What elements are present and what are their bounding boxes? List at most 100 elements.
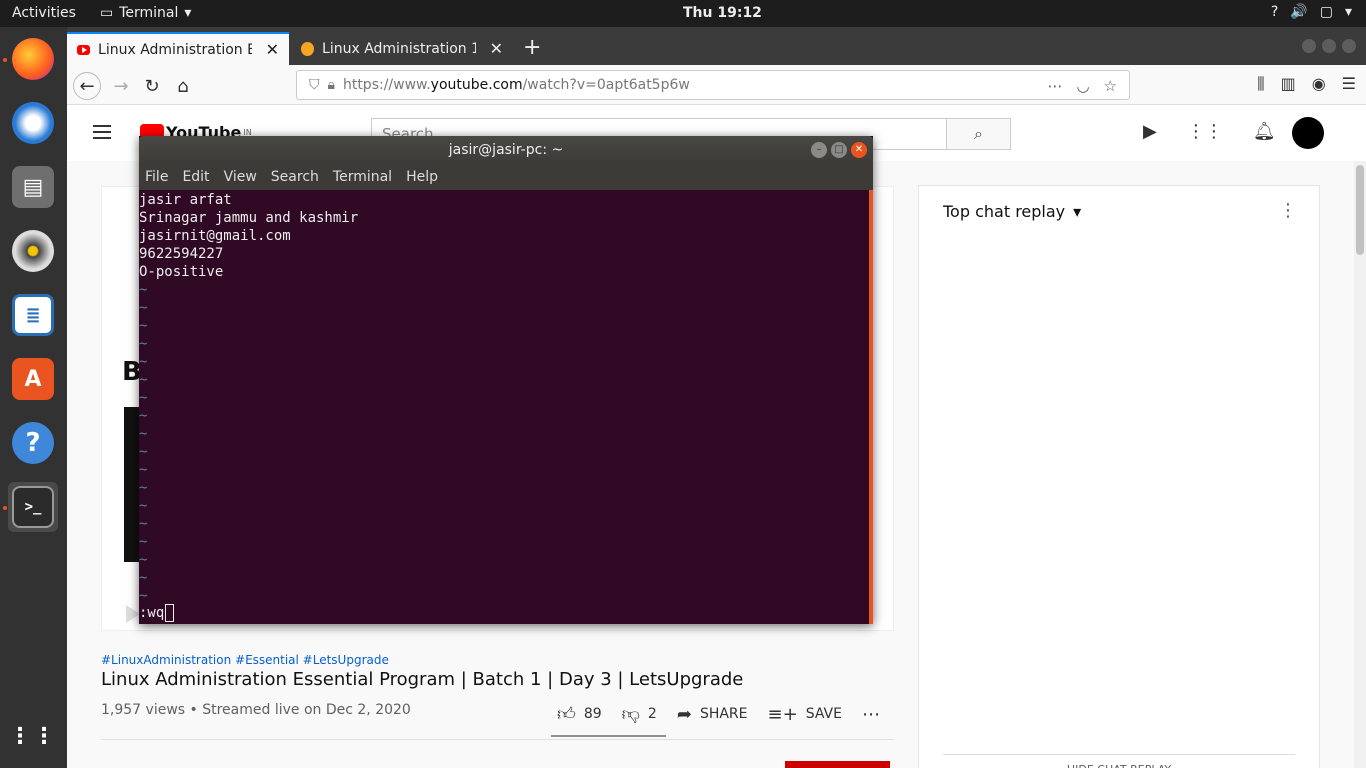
new-tab-button[interactable]: + — [523, 35, 541, 60]
dock-files[interactable]: ▤ — [8, 162, 58, 212]
help-icon[interactable]: ? — [1271, 4, 1278, 20]
close-button[interactable]: ✕ — [851, 142, 867, 158]
create-video-icon[interactable]: ▶ — [1143, 121, 1157, 142]
vim-tilde-line: ~ — [139, 498, 148, 514]
dock-firefox[interactable] — [8, 34, 58, 84]
letsupgrade-favicon-icon — [301, 41, 315, 56]
vim-tilde-line: ~ — [139, 372, 148, 388]
menu-search[interactable]: Search — [271, 169, 319, 185]
terminal-title: jasir@jasir-pc: ~ — [448, 142, 564, 158]
speaker-icon — [12, 230, 54, 272]
bookmark-star-icon[interactable]: ☆ — [1104, 77, 1117, 95]
more-horizontal-icon: ⋯ — [861, 703, 880, 725]
reload-button[interactable]: ↻ — [138, 72, 166, 100]
vim-command: :wq — [139, 605, 165, 621]
home-button[interactable]: ⌂ — [169, 72, 197, 100]
minimize-button[interactable]: – — [811, 142, 827, 158]
more-actions-button[interactable]: ⋯ — [862, 704, 880, 725]
slide-graphic — [124, 407, 140, 562]
show-applications[interactable]: ⋮⋮ — [8, 711, 58, 761]
sentiment-bar — [551, 735, 666, 737]
minimize-button[interactable] — [1302, 39, 1316, 53]
dislike-button[interactable]: 👎︎ 2 — [622, 703, 657, 725]
volume-icon[interactable]: 🔊 — [1290, 4, 1307, 20]
avatar[interactable] — [1292, 117, 1324, 149]
url-prefix: https://www. — [342, 77, 431, 93]
scrollbar-thumb[interactable] — [1356, 165, 1364, 255]
menu-file[interactable]: File — [145, 169, 168, 185]
menu-edit[interactable]: Edit — [182, 169, 209, 185]
subscribe-button[interactable] — [785, 761, 890, 768]
url-host: youtube.com — [430, 77, 523, 93]
vim-command-line[interactable]: :wq — [139, 604, 175, 622]
system-tray[interactable]: ? 🔊 ▢ ▾ — [1271, 4, 1352, 20]
close-window-button[interactable] — [1342, 39, 1356, 53]
header-icons: ▶ ⋮⋮ 🔔︎ — [1143, 121, 1276, 142]
dock-writer[interactable]: ≣ — [8, 290, 58, 340]
terminal-output[interactable]: jasir arfat Srinagar jammu and kashmir j… — [139, 190, 869, 624]
more-vertical-icon[interactable]: ⋮ — [1279, 200, 1297, 221]
like-button[interactable]: 👍︎ 89 — [557, 703, 602, 725]
battery-icon[interactable]: ▢ — [1320, 4, 1333, 20]
url-bar[interactable]: ⛉ 🔒︎ https://www.youtube.com/watch?v=0ap… — [296, 70, 1130, 100]
dock-software[interactable]: A — [8, 354, 58, 404]
account-icon[interactable]: ◉ — [1312, 74, 1326, 94]
activities-button[interactable]: Activities — [12, 5, 76, 21]
playlist-add-icon: ≡+ — [767, 703, 798, 725]
share-icon: ➦ — [676, 703, 692, 725]
pocket-icon[interactable]: ◡ — [1076, 77, 1089, 95]
sidebar-icon[interactable]: ▥ — [1281, 74, 1296, 94]
lock-icon[interactable]: 🔒︎ — [328, 77, 335, 93]
maximize-button[interactable] — [1322, 39, 1336, 53]
hamburger-menu-icon[interactable] — [93, 125, 111, 139]
chat-filter-dropdown[interactable]: Top chat replay ▾ — [943, 202, 1081, 221]
more-icon[interactable]: ⋯ — [1047, 77, 1062, 95]
vim-tilde-line: ~ — [139, 426, 148, 442]
tab-youtube[interactable]: Linux Administration Ess ✕ — [67, 32, 289, 65]
tab-letsupgrade[interactable]: Linux Administration 10 ✕ — [291, 32, 513, 65]
terminal-icon: >_ — [12, 486, 54, 528]
close-icon[interactable]: ✕ — [490, 39, 503, 58]
notifications-bell-icon[interactable]: 🔔︎ — [1253, 121, 1276, 142]
library-icon[interactable]: ⫼ — [1257, 74, 1264, 94]
menu-view[interactable]: View — [224, 169, 257, 185]
save-button[interactable]: ≡+ SAVE — [768, 704, 842, 725]
apps-grid-icon[interactable]: ⋮⋮ — [1187, 121, 1223, 142]
save-label: SAVE — [805, 706, 842, 722]
back-button[interactable]: ← — [73, 72, 101, 100]
chevron-down-icon[interactable]: ▾ — [1345, 4, 1352, 20]
clock[interactable]: Thu 19:12 — [683, 5, 762, 21]
terminal-scroll-edge — [869, 190, 873, 624]
terminal-titlebar[interactable]: jasir@jasir-pc: ~ – □ ✕ — [139, 136, 873, 164]
dock-help[interactable]: ? — [8, 418, 58, 468]
share-button[interactable]: ➦ SHARE — [677, 704, 748, 725]
hide-chat-replay-button[interactable]: HIDE CHAT REPLAY — [943, 754, 1295, 768]
toolbar-right: ⫼ ▥ ◉ ☰ — [1257, 74, 1356, 94]
vim-tilde-line: ~ — [139, 390, 148, 406]
dock-terminal[interactable]: >_ — [8, 482, 58, 532]
shield-icon[interactable]: ⛉ — [309, 77, 320, 93]
vim-tilde-line: ~ — [139, 300, 148, 316]
terminal-window[interactable]: jasir@jasir-pc: ~ – □ ✕ File Edit View S… — [139, 136, 873, 624]
dock-rhythmbox[interactable] — [8, 226, 58, 276]
thunderbird-icon — [12, 102, 54, 144]
menu-terminal[interactable]: Terminal — [333, 169, 392, 185]
vim-tilde-line: ~ — [139, 534, 148, 550]
dock-thunderbird[interactable] — [8, 98, 58, 148]
terminal-line: O-positive — [139, 264, 224, 280]
menu-icon[interactable]: ☰ — [1342, 74, 1356, 94]
search-button[interactable]: ⌕ — [946, 118, 1011, 150]
youtube-favicon-icon — [77, 44, 91, 55]
vim-tilde-line: ~ — [139, 588, 148, 604]
play-icon[interactable] — [126, 605, 140, 623]
vim-empty-lines: ~ ~ ~ ~ ~ ~ ~ ~ ~ ~ ~ ~ ~ ~ ~ ~ ~ ~ — [139, 281, 869, 605]
chat-filter-label: Top chat replay — [943, 202, 1066, 221]
maximize-button[interactable]: □ — [831, 142, 847, 158]
terminal-app-icon: ▭ — [100, 5, 114, 21]
grid-icon: ⋮⋮ — [9, 723, 57, 749]
close-icon[interactable]: ✕ — [266, 40, 279, 59]
menu-help[interactable]: Help — [406, 169, 438, 185]
app-menu[interactable]: ▭ Terminal ▾ — [100, 5, 191, 21]
forward-button[interactable]: → — [107, 72, 135, 100]
hashtags[interactable]: #LinuxAdministration #Essential #LetsUpg… — [101, 653, 389, 667]
